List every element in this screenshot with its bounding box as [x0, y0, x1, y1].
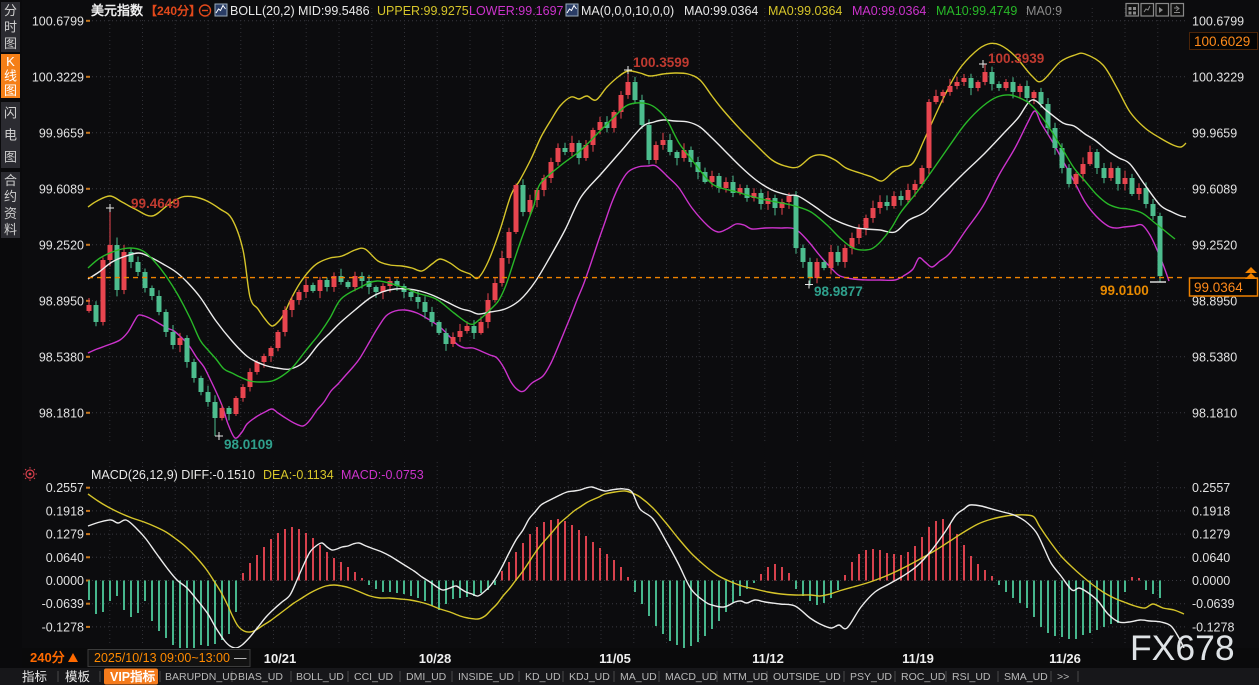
svg-text:98.9877: 98.9877: [814, 284, 863, 299]
svg-text:100.3599: 100.3599: [633, 55, 689, 70]
svg-text:>>: >>: [1057, 671, 1069, 683]
svg-text:VIP指标: VIP指标: [110, 669, 156, 684]
svg-text:0.0000: 0.0000: [46, 574, 84, 588]
svg-text:KD_UD: KD_UD: [525, 671, 561, 683]
svg-text:闪: 闪: [4, 106, 17, 121]
svg-text:MA0:9: MA0:9: [1026, 4, 1062, 18]
svg-text:KDJ_UD: KDJ_UD: [569, 671, 610, 683]
svg-text:11/26: 11/26: [1049, 651, 1081, 666]
svg-text:2025/10/13 09:00~13:00: 2025/10/13 09:00~13:00: [94, 651, 230, 665]
svg-text:98.1810: 98.1810: [39, 406, 84, 420]
svg-text:电: 电: [4, 128, 17, 143]
svg-text:RSI_UD: RSI_UD: [952, 671, 991, 683]
svg-text:100.6029: 100.6029: [1194, 34, 1250, 49]
svg-text:美元指数: 美元指数: [91, 3, 144, 18]
svg-text:11/05: 11/05: [599, 651, 631, 666]
svg-text:UPPER:99.9275: UPPER:99.9275: [377, 4, 469, 18]
svg-text:约: 约: [4, 189, 17, 204]
svg-text:99.9659: 99.9659: [39, 126, 84, 140]
svg-text:98.5380: 98.5380: [39, 350, 84, 364]
svg-text:MA(0,0,0,10,0,0): MA(0,0,0,10,0,0): [581, 4, 674, 18]
svg-text:资: 资: [4, 206, 17, 221]
svg-text:MA0:99.0364: MA0:99.0364: [684, 4, 758, 18]
svg-text:OUTSIDE_UD: OUTSIDE_UD: [773, 671, 841, 683]
svg-text:料: 料: [4, 222, 17, 237]
svg-text:DMI_UD: DMI_UD: [406, 671, 447, 683]
svg-text:100.3939: 100.3939: [988, 51, 1044, 66]
svg-text:100.6799: 100.6799: [1192, 14, 1244, 28]
svg-text:0.1918: 0.1918: [1192, 504, 1230, 518]
svg-text:合: 合: [4, 173, 17, 188]
svg-text:线: 线: [4, 69, 17, 84]
svg-text:MA_UD: MA_UD: [620, 671, 657, 683]
svg-text:0.1918: 0.1918: [46, 504, 84, 518]
svg-text:图: 图: [4, 83, 17, 98]
svg-text:PSY_UD: PSY_UD: [850, 671, 892, 683]
svg-text:SMA_UD: SMA_UD: [1004, 671, 1048, 683]
svg-text:99.2520: 99.2520: [1192, 238, 1237, 252]
svg-text:99.6089: 99.6089: [1192, 182, 1237, 196]
svg-text:时: 时: [4, 20, 17, 35]
svg-text:BIAS_UD: BIAS_UD: [238, 671, 283, 683]
svg-text:【240分】: 【240分】: [145, 3, 201, 18]
svg-text:模板: 模板: [65, 670, 91, 684]
svg-text:ROC_UD: ROC_UD: [901, 671, 946, 683]
svg-text:99.6089: 99.6089: [39, 182, 84, 196]
svg-text:99.2520: 99.2520: [39, 238, 84, 252]
svg-text:0.2557: 0.2557: [46, 481, 84, 495]
svg-text:分: 分: [4, 3, 17, 18]
svg-text:图: 图: [4, 36, 17, 51]
svg-text:-0.0639: -0.0639: [42, 597, 84, 611]
svg-text:图: 图: [4, 150, 17, 165]
svg-text:-0.1278: -0.1278: [42, 620, 84, 634]
svg-text:MTM_UD: MTM_UD: [723, 671, 768, 683]
svg-text:99.4649: 99.4649: [131, 196, 180, 211]
svg-text:DEA:-0.1134: DEA:-0.1134: [263, 468, 334, 482]
svg-text:10/28: 10/28: [419, 651, 452, 666]
svg-text:98.1810: 98.1810: [1192, 406, 1237, 420]
svg-text:BOLL(20,2): BOLL(20,2): [230, 4, 295, 18]
svg-text:0.2557: 0.2557: [1192, 481, 1230, 495]
svg-text:10/21: 10/21: [264, 651, 297, 666]
svg-text:指标: 指标: [22, 669, 47, 684]
svg-text:BOLL_UD: BOLL_UD: [296, 671, 344, 683]
svg-text:FX678: FX678: [1130, 628, 1235, 668]
svg-text:98.0109: 98.0109: [224, 437, 273, 452]
svg-text:0.0000: 0.0000: [1192, 574, 1230, 588]
svg-text:—: —: [234, 651, 247, 665]
svg-text:LOWER:99.1697: LOWER:99.1697: [469, 4, 564, 18]
svg-text:MID:99.5486: MID:99.5486: [298, 4, 370, 18]
svg-text:-0.0639: -0.0639: [1192, 597, 1234, 611]
svg-text:0.1279: 0.1279: [1192, 528, 1230, 542]
svg-text:98.8950: 98.8950: [39, 294, 84, 308]
svg-text:240分: 240分: [30, 650, 65, 665]
svg-text:11/19: 11/19: [902, 651, 934, 666]
svg-text:MACD:-0.0753: MACD:-0.0753: [341, 468, 424, 482]
svg-text:MA0:99.0364: MA0:99.0364: [768, 4, 842, 18]
svg-text:0.0640: 0.0640: [46, 551, 84, 565]
svg-text:99.0364: 99.0364: [1194, 280, 1243, 295]
svg-text:MACD_UD: MACD_UD: [665, 671, 717, 683]
svg-text:11/12: 11/12: [752, 651, 784, 666]
svg-text:CCI_UD: CCI_UD: [354, 671, 394, 683]
svg-text:100.3229: 100.3229: [32, 70, 84, 84]
svg-text:0.0640: 0.0640: [1192, 551, 1230, 565]
svg-text:INSIDE_UD: INSIDE_UD: [458, 671, 514, 683]
svg-text:K: K: [6, 54, 15, 69]
svg-text:BARUPDN_UD: BARUPDN_UD: [165, 671, 238, 683]
svg-text:100.3229: 100.3229: [1192, 70, 1244, 84]
svg-text:MACD(26,12,9) DIFF:-0.1510: MACD(26,12,9) DIFF:-0.1510: [91, 468, 255, 482]
svg-text:98.5380: 98.5380: [1192, 350, 1237, 364]
svg-text:0.1279: 0.1279: [46, 528, 84, 542]
svg-text:99.9659: 99.9659: [1192, 126, 1237, 140]
svg-text:99.0100: 99.0100: [1100, 283, 1149, 298]
svg-text:MA10:99.4749: MA10:99.4749: [936, 4, 1017, 18]
svg-text:100.6799: 100.6799: [32, 14, 84, 28]
svg-text:MA0:99.0364: MA0:99.0364: [852, 4, 926, 18]
